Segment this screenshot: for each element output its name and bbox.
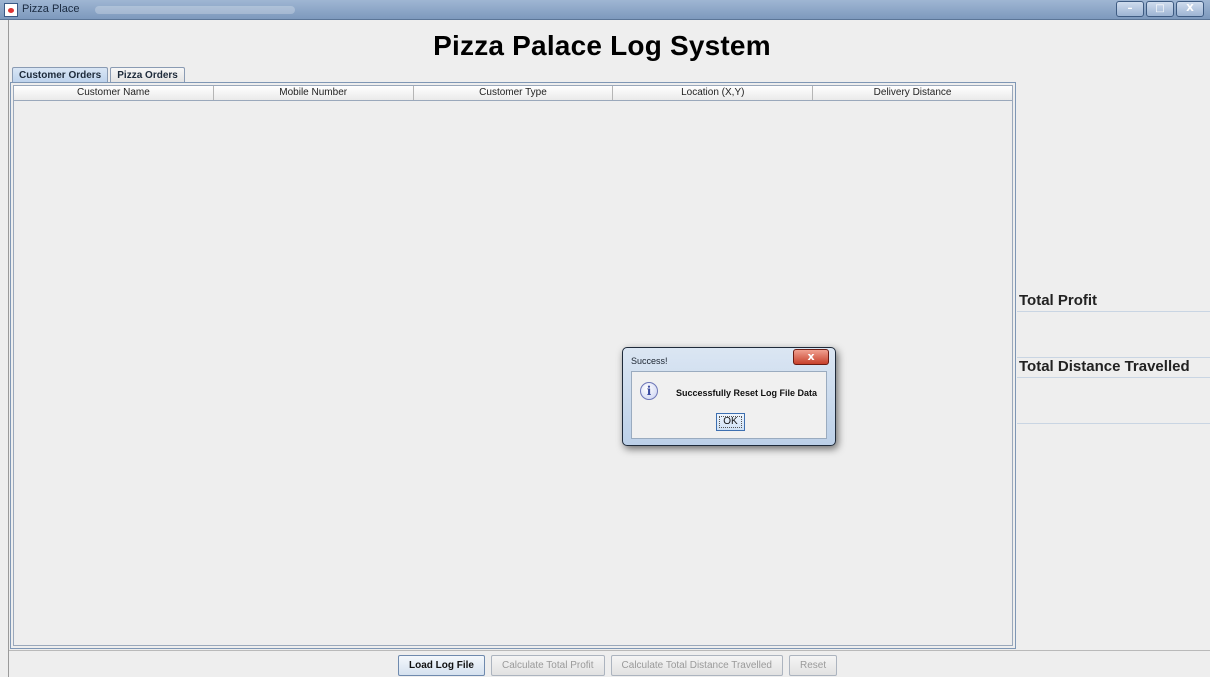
button-bar: Load Log File Calculate Total Profit Cal… — [9, 650, 1210, 677]
window-titlebar[interactable]: Pizza Place – □ X — [0, 0, 1210, 20]
button-row: Load Log File Calculate Total Profit Cal… — [398, 655, 838, 676]
window-title: Pizza Place — [22, 3, 80, 15]
table-header: Customer Name Mobile Number Customer Typ… — [14, 86, 1012, 101]
customer-orders-table[interactable]: Customer Name Mobile Number Customer Typ… — [13, 85, 1013, 646]
tab-customer-orders[interactable]: Customer Orders — [12, 67, 109, 83]
column-header-location[interactable]: Location (X,Y) — [613, 86, 814, 100]
maximize-button[interactable]: □ — [1146, 1, 1174, 17]
java-cup-icon — [4, 3, 18, 17]
tab-bar: Customer Orders Pizza Orders — [12, 67, 187, 83]
total-profit-label: Total Profit — [1019, 292, 1098, 309]
column-header-customer-name[interactable]: Customer Name — [14, 86, 214, 100]
reset-button[interactable]: Reset — [788, 655, 838, 676]
load-log-file-button[interactable]: Load Log File — [398, 655, 485, 676]
total-profit-field — [1017, 311, 1210, 358]
success-dialog[interactable]: Success! x i Successfully Reset Log File… — [622, 347, 836, 446]
dialog-close-button[interactable]: x — [793, 349, 829, 365]
ok-button[interactable]: OK — [716, 413, 745, 431]
summary-panel: Total Profit Total Distance Travelled — [1017, 20, 1210, 677]
column-header-mobile-number[interactable]: Mobile Number — [214, 86, 414, 100]
info-icon: i — [640, 382, 658, 400]
page-title-text: Pizza Palace Log System — [433, 30, 771, 61]
minimize-button[interactable]: – — [1116, 1, 1144, 17]
calculate-total-distance-button[interactable]: Calculate Total Distance Travelled — [610, 655, 783, 676]
tab-pizza-orders[interactable]: Pizza Orders — [110, 67, 185, 82]
dialog-title: Success! — [631, 356, 668, 366]
close-button[interactable]: X — [1176, 1, 1204, 17]
dialog-message: Successfully Reset Log File Data — [676, 388, 818, 398]
tab-panel: Customer Name Mobile Number Customer Typ… — [10, 82, 1016, 649]
total-distance-field — [1017, 377, 1210, 424]
titlebar-blurred-area — [95, 6, 295, 14]
column-header-customer-type[interactable]: Customer Type — [414, 86, 614, 100]
window-controls: – □ X — [1116, 1, 1204, 17]
calculate-total-profit-button[interactable]: Calculate Total Profit — [491, 655, 605, 676]
total-distance-label: Total Distance Travelled — [1019, 358, 1190, 375]
main-frame: Pizza Palace Log System Customer Orders … — [8, 20, 1210, 677]
column-header-delivery-distance[interactable]: Delivery Distance — [813, 86, 1012, 100]
dialog-body: i Successfully Reset Log File Data OK — [631, 371, 827, 439]
